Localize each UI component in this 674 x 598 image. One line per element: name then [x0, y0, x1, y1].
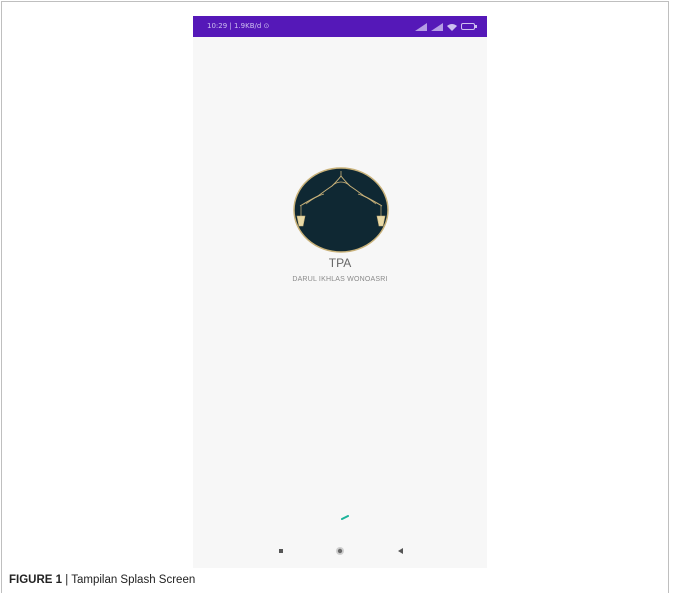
mosque-arch-lantern-logo	[293, 167, 389, 253]
app-title: TPA	[328, 256, 352, 270]
caption-text: Tampilan Splash Screen	[71, 574, 196, 586]
caption-separator: |	[62, 574, 72, 586]
figure-caption: FIGURE 1 | Tampilan Splash Screen	[9, 574, 195, 586]
recent-apps-icon[interactable]	[275, 545, 287, 557]
battery-icon	[461, 23, 477, 30]
loading-spinner-icon	[341, 515, 349, 520]
navigation-bar	[193, 537, 487, 568]
status-icons	[415, 16, 477, 37]
home-icon[interactable]	[334, 545, 346, 557]
back-icon[interactable]	[395, 545, 407, 557]
app-subtitle: DARUL IKHLAS WONOASRI	[292, 276, 388, 283]
status-bar: 10:29 | 1.9KB/d ⊙	[193, 16, 487, 37]
signal-icon	[415, 22, 427, 31]
phone-screen: 10:29 | 1.9KB/d ⊙ TPA DARUL IKHLAS WONOA…	[193, 16, 487, 568]
figure-label: FIGURE 1	[9, 574, 63, 586]
wifi-icon	[447, 23, 457, 31]
signal-icon	[431, 22, 443, 31]
status-time: 10:29 | 1.9KB/d ⊙	[207, 22, 270, 30]
